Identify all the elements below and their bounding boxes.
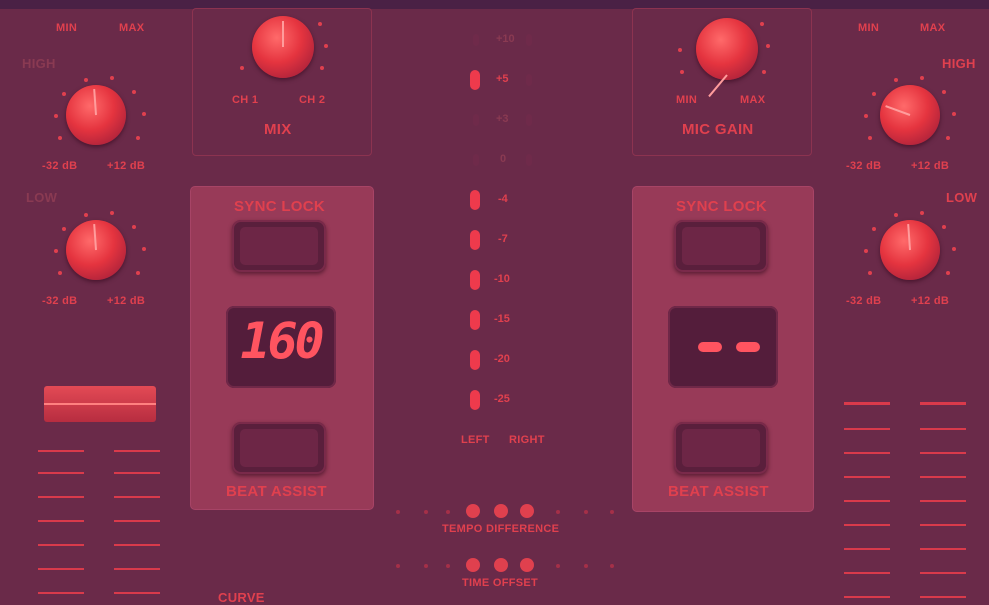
meter-scale-6: -10: [494, 273, 510, 285]
right-sync-lock-button[interactable]: [674, 220, 768, 272]
meter-scale-4: -4: [498, 193, 508, 205]
meter-led-left-4: [470, 190, 480, 210]
meter-led-left-0: [473, 34, 479, 46]
mic-gain-knob[interactable]: [696, 18, 758, 98]
meter-led-right-0: [526, 34, 532, 46]
mix-title: MIX: [264, 121, 292, 138]
mix-ch2-label: CH 2: [299, 94, 326, 106]
tempo-difference-label: TEMPO DIFFERENCE: [442, 523, 560, 535]
high-left-knob[interactable]: [66, 85, 126, 145]
time-offset-label: TIME OFFSET: [462, 577, 539, 589]
left-sync-lock-button[interactable]: [232, 220, 326, 272]
right-sync-lock-label: SYNC LOCK: [676, 198, 768, 215]
tempo-difference-leds: [390, 502, 620, 522]
meter-left-label: LEFT: [461, 434, 490, 446]
high-left-max-label: +12 dB: [107, 160, 146, 172]
meter-scale-3: 0: [500, 153, 507, 165]
right-bpm-display: [668, 306, 778, 388]
right-fader-track[interactable]: [844, 396, 966, 604]
high-right-min-label: -32 dB: [846, 160, 882, 172]
meter-led-left-6: [470, 270, 480, 290]
meter-scale-5: -7: [498, 233, 508, 245]
meter-led-left-3: [473, 154, 479, 166]
left-sync-lock-label: SYNC LOCK: [234, 198, 326, 215]
top-right-min-label: MIN: [858, 22, 880, 34]
meter-scale-2: +3: [496, 113, 509, 125]
meter-led-left-2: [473, 114, 479, 126]
high-right-title: HIGH: [942, 56, 976, 71]
time-offset-leds: [390, 556, 620, 576]
top-left-min-label: MIN: [56, 22, 78, 34]
right-display-dash-1: [698, 342, 722, 352]
curve-label: CURVE: [218, 590, 265, 605]
meter-led-right-3: [526, 154, 532, 166]
left-fader-track: [38, 440, 160, 604]
high-right-max-label: +12 dB: [911, 160, 950, 172]
top-left-max-label: MAX: [119, 22, 145, 34]
left-beat-assist-button[interactable]: [232, 422, 326, 474]
high-left-min-label: -32 dB: [42, 160, 78, 172]
mix-knob[interactable]: [252, 16, 314, 78]
left-bpm-display: 160: [226, 306, 336, 388]
right-beat-assist-button[interactable]: [674, 422, 768, 474]
meter-led-left-9: [470, 390, 480, 410]
mic-gain-min-label: MIN: [676, 94, 698, 106]
mix-ch1-label: CH 1: [232, 94, 259, 106]
meter-led-left-8: [470, 350, 480, 370]
left-crossfader-handle[interactable]: [44, 386, 156, 422]
low-left-max-label: +12 dB: [107, 295, 146, 307]
mic-gain-max-label: MAX: [740, 94, 766, 106]
high-left-title: HIGH: [22, 56, 56, 71]
right-beat-assist-label: BEAT ASSIST: [668, 483, 769, 500]
meter-led-left-5: [470, 230, 480, 250]
meter-led-right-1: [526, 74, 532, 86]
low-right-min-label: -32 dB: [846, 295, 882, 307]
low-left-min-label: -32 dB: [42, 295, 78, 307]
mic-gain-title: MIC GAIN: [682, 121, 754, 138]
high-right-knob[interactable]: [880, 85, 940, 145]
top-right-max-label: MAX: [920, 22, 946, 34]
low-right-knob[interactable]: [880, 220, 940, 280]
left-beat-assist-label: BEAT ASSIST: [226, 483, 327, 500]
meter-scale-7: -15: [494, 313, 510, 325]
meter-scale-8: -20: [494, 353, 510, 365]
left-bpm-value: 160: [240, 312, 324, 370]
low-left-title: LOW: [26, 190, 58, 205]
meter-right-label: RIGHT: [509, 434, 545, 446]
low-left-knob[interactable]: [66, 220, 126, 280]
right-display-dash-2: [736, 342, 760, 352]
meter-led-left-7: [470, 310, 480, 330]
meter-led-right-2: [526, 114, 532, 126]
low-right-max-label: +12 dB: [911, 295, 950, 307]
meter-scale-1: +5: [496, 73, 509, 85]
meter-scale-9: -25: [494, 393, 510, 405]
level-meter: +10 +5 +3 0 -4 -7 -10 -15 -20 -25: [462, 30, 552, 440]
top-bar: [0, 0, 989, 9]
low-right-title: LOW: [946, 190, 978, 205]
meter-scale-0: +10: [496, 33, 515, 45]
meter-led-left-1: [470, 70, 480, 90]
